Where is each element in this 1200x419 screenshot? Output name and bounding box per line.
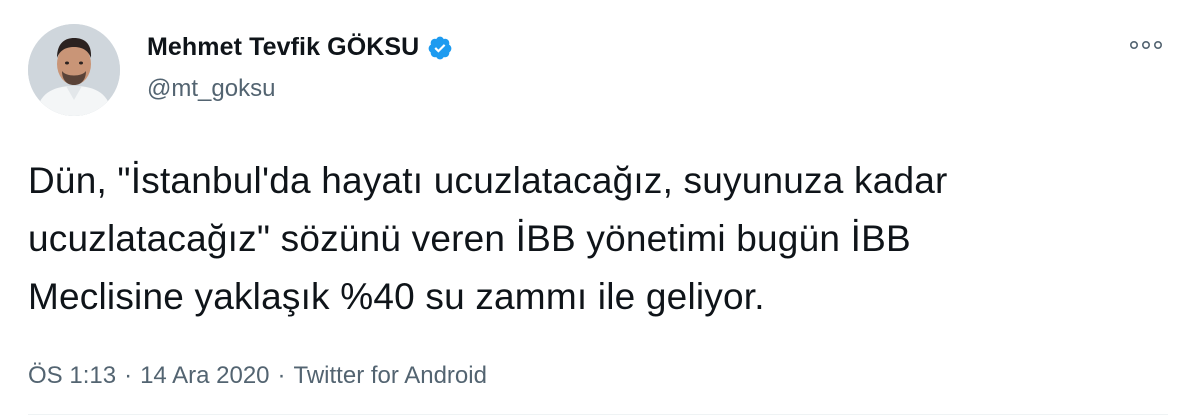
display-name[interactable]: Mehmet Tevfik GÖKSU [147,33,419,62]
avatar-photo [28,24,120,116]
more-options-icon [1129,40,1162,50]
tweet-time[interactable]: ÖS 1:13 [28,362,116,389]
tweet-text-line: Meclisine yaklaşık %40 su zammı ile geli… [28,276,765,317]
name-row: Mehmet Tevfik GÖKSU [147,33,453,62]
tweet-card: Mehmet Tevfik GÖKSU @mt_goksu Dün, "İsta… [0,0,1200,419]
tweet-text: Dün, "İstanbul'da hayatı ucuzlatacağız, … [28,152,1028,326]
tweet-text-line: ucuzlatacağız" sözünü veren İBB yönetimi… [28,218,911,259]
avatar[interactable] [28,24,120,116]
tweet-date[interactable]: 14 Ara 2020 [140,362,269,389]
tweet-meta: ÖS 1:13 · 14 Ara 2020 · Twitter for Android [28,362,487,390]
verified-badge-icon [427,35,453,61]
meta-separator: · [277,362,286,389]
divider [28,414,1168,415]
tweet-source[interactable]: Twitter for Android [294,362,487,389]
meta-separator: · [124,362,133,389]
tweet-text-line: Dün, "İstanbul'da hayatı ucuzlatacağız, … [28,160,948,201]
more-options-button[interactable] [1126,30,1166,60]
user-handle[interactable]: @mt_goksu [147,75,275,103]
